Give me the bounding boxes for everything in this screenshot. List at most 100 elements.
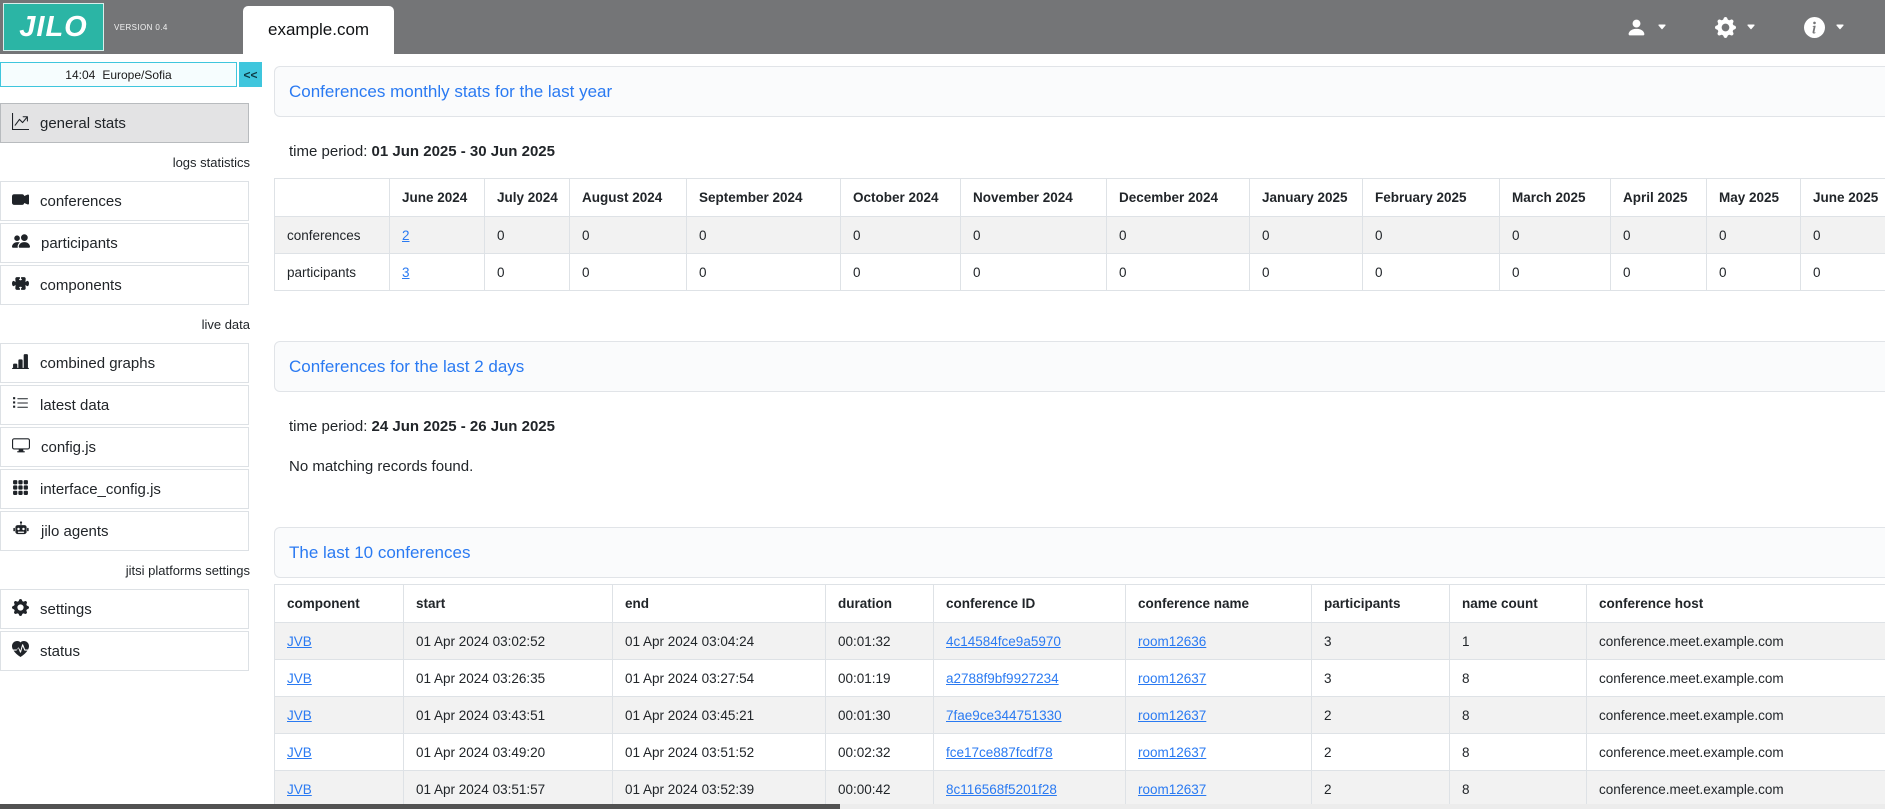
start-cell: 01 Apr 2024 03:43:51 (404, 697, 613, 734)
component-link[interactable]: JVB (287, 671, 312, 686)
start-cell: 01 Apr 2024 03:49:20 (404, 734, 613, 771)
sidebar-item-settings[interactable]: settings (0, 589, 249, 629)
sidebar-item-general-stats[interactable]: general stats (0, 103, 249, 143)
last-conferences-title[interactable]: The last 10 conferences (289, 543, 470, 563)
gear-icon (12, 599, 29, 620)
sidebar-item-status[interactable]: status (0, 631, 249, 671)
stat-cell: 0 (961, 217, 1107, 254)
bar-chart-icon (12, 353, 29, 374)
conference-table-row: JVB 01 Apr 2024 03:49:2001 Apr 2024 03:51… (275, 734, 1885, 771)
conference-name-link[interactable]: room12637 (1138, 671, 1206, 686)
sidebar-item-label: components (40, 277, 122, 294)
conference-id-cell: 4c14584fce9a5970 (934, 623, 1126, 660)
start-cell: 01 Apr 2024 03:51:57 (404, 771, 613, 808)
last-two-days-card: Conferences for the last 2 days (274, 341, 1885, 392)
component-link[interactable]: JVB (287, 745, 312, 760)
caret-down-icon (1835, 22, 1845, 32)
component-link[interactable]: JVB (287, 782, 312, 797)
sidebar-item-components[interactable]: components (0, 265, 249, 305)
stat-cell: 0 (961, 254, 1107, 291)
participants-cell: 3 (1312, 660, 1450, 697)
conference-name-link[interactable]: room12637 (1138, 708, 1206, 723)
info-menu-button[interactable] (1804, 17, 1845, 38)
component-cell: JVB (275, 697, 404, 734)
conference-id-cell: fce17ce887fcdf78 (934, 734, 1126, 771)
topbar-actions (1626, 17, 1885, 38)
duration-cell: 00:02:32 (826, 734, 934, 771)
monthly-table-row: conferences2000000000000 (275, 217, 1885, 254)
column-header: start (404, 585, 613, 623)
chart-line-icon (12, 113, 29, 134)
participants-cell: 3 (1312, 623, 1450, 660)
column-header: participants (1312, 585, 1450, 623)
sidebar-item-label: conferences (40, 193, 122, 210)
sidebar-item-config-js[interactable]: config.js (0, 427, 249, 467)
sidebar-item-combined-graphs[interactable]: combined graphs (0, 343, 249, 383)
conference-id-link[interactable]: 8c116568f5201f28 (946, 782, 1057, 797)
robot-icon (12, 520, 30, 542)
conference-host-cell: conference.meet.example.com (1587, 623, 1885, 660)
participants-cell: 2 (1312, 734, 1450, 771)
conference-id-link[interactable]: fce17ce887fcdf78 (946, 745, 1053, 760)
platform-tab-example-com[interactable]: example.com (243, 6, 394, 54)
horizontal-scrollbar-thumb[interactable] (0, 804, 840, 809)
stat-cell: 3 (390, 254, 485, 291)
stat-cell: 0 (841, 254, 961, 291)
stat-cell: 0 (485, 217, 570, 254)
conference-name-link[interactable]: room12636 (1138, 634, 1206, 649)
sidebar-item-conferences[interactable]: conferences (0, 181, 249, 221)
monthly-body: conferences2000000000000participants3000… (275, 217, 1885, 291)
user-menu-button[interactable] (1626, 17, 1667, 38)
version-label: VERSION 0.4 (114, 23, 168, 32)
settings-menu-button[interactable] (1715, 17, 1756, 38)
conference-host-cell: conference.meet.example.com (1587, 697, 1885, 734)
row-label: participants (275, 254, 390, 291)
component-link[interactable]: JVB (287, 708, 312, 723)
conference-id-link[interactable]: 7fae9ce344751330 (946, 708, 1062, 723)
last-conferences-table: componentstartenddurationconference IDco… (274, 584, 1885, 808)
conference-name-link[interactable]: room12637 (1138, 745, 1206, 760)
sidebar-item-jilo-agents[interactable]: jilo agents (0, 511, 249, 551)
last-two-days-title[interactable]: Conferences for the last 2 days (289, 357, 524, 377)
topbar: JILO VERSION 0.4 example.com (0, 0, 1885, 54)
conference-id-link[interactable]: a2788f9bf9927234 (946, 671, 1059, 686)
last-conferences-body: JVB01 Apr 2024 03:02:5201 Apr 2024 03:04… (275, 623, 1885, 808)
last-conferences-header-row: componentstartenddurationconference IDco… (275, 585, 1885, 623)
end-cell: 01 Apr 2024 03:45:21 (613, 697, 826, 734)
sidebar-item-latest-data[interactable]: latest data (0, 385, 249, 425)
column-header: name count (1450, 585, 1587, 623)
stat-cell: 0 (1801, 254, 1885, 291)
conference-id-link[interactable]: 4c14584fce9a5970 (946, 634, 1061, 649)
start-cell: 01 Apr 2024 03:02:52 (404, 623, 613, 660)
column-header: duration (826, 585, 934, 623)
monitor-icon (12, 436, 30, 458)
sidebar-menu: general stats logs statistics conference… (0, 103, 262, 671)
grid-icon (12, 479, 29, 500)
conference-name-link[interactable]: room12637 (1138, 782, 1206, 797)
component-link[interactable]: JVB (287, 634, 312, 649)
start-cell: 01 Apr 2024 03:26:35 (404, 660, 613, 697)
sidebar-item-interface-config-js[interactable]: interface_config.js (0, 469, 249, 509)
monthly-stats-title[interactable]: Conferences monthly stats for the last y… (289, 82, 612, 102)
conference-name-cell: room12637 (1126, 771, 1312, 808)
clock: 14:04 Europe/Sofia (0, 62, 237, 87)
column-header: conference name (1126, 585, 1312, 623)
sidebar-item-participants[interactable]: participants (0, 223, 249, 263)
stat-count-link[interactable]: 2 (402, 228, 410, 243)
monthly-time-period: time period: 01 Jun 2025 - 30 Jun 2025 (289, 143, 1885, 160)
stat-cell: 0 (1363, 217, 1500, 254)
stat-cell: 0 (1250, 254, 1363, 291)
caret-down-icon (1746, 22, 1756, 32)
horizontal-scrollbar (0, 804, 1885, 809)
conference-id-cell: a2788f9bf9927234 (934, 660, 1126, 697)
sidebar-item-label: settings (40, 601, 92, 618)
time-period-label: time period: (289, 143, 367, 160)
app-logo: JILO (3, 3, 104, 51)
conference-table-row: JVB01 Apr 2024 03:02:5201 Apr 2024 03:04… (275, 623, 1885, 660)
component-cell: JVB (275, 623, 404, 660)
stat-count-link[interactable]: 3 (402, 265, 410, 280)
sidebar-collapse-button[interactable]: << (239, 62, 262, 87)
end-cell: 01 Apr 2024 03:51:52 (613, 734, 826, 771)
duration-cell: 00:01:19 (826, 660, 934, 697)
no-records-message: No matching records found. (289, 458, 1885, 475)
